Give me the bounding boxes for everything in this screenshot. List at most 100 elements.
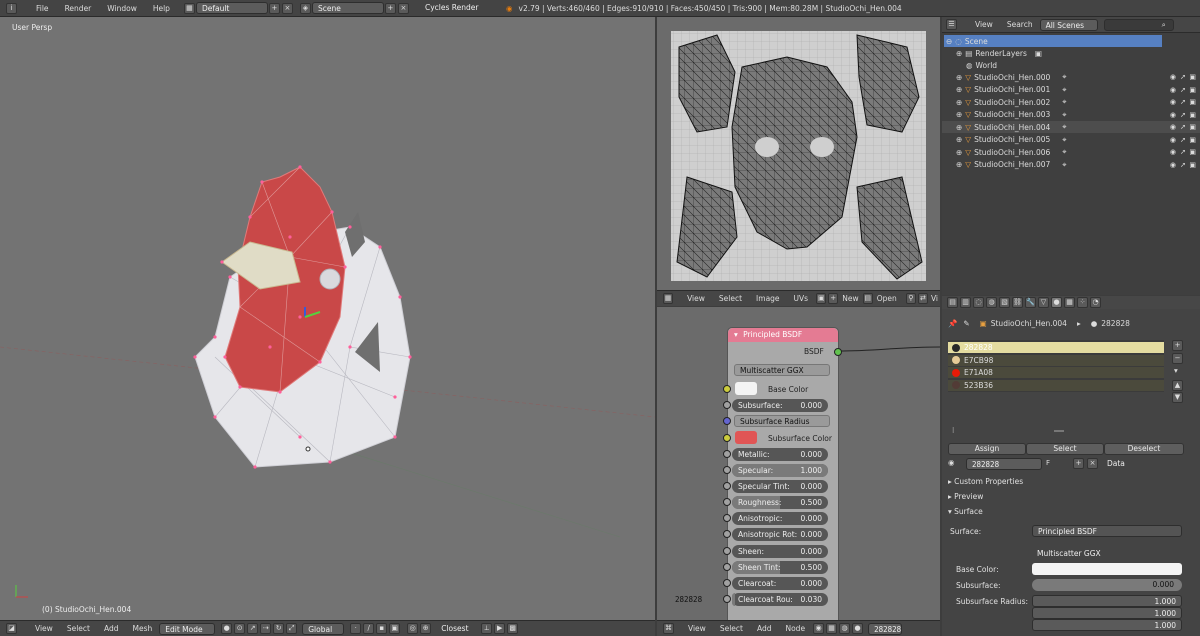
rotate-icon[interactable]: ↻ <box>273 623 285 634</box>
render-camera-icon[interactable]: ▣ <box>1189 98 1196 106</box>
outliner-object-row[interactable]: ⊕ ▽ StudioOchi_Hen.002 ⌖ ◉ ➚ ▣ <box>942 96 1200 108</box>
menu-render[interactable]: Render <box>57 4 100 13</box>
vp-menu-mesh[interactable]: Mesh <box>125 624 159 633</box>
material-slot-row[interactable]: 523B36 <box>948 379 1164 391</box>
list-filter-icon[interactable]: ⁝ <box>952 426 954 435</box>
outliner-filter-dropdown[interactable]: All Scenes <box>1039 18 1098 31</box>
subsurface-field[interactable]: 0.000 <box>1032 579 1182 591</box>
selectability-cursor-icon[interactable]: ➚ <box>1180 123 1186 131</box>
remove-layout-icon[interactable]: × <box>281 2 293 14</box>
selectability-cursor-icon[interactable]: ➚ <box>1180 73 1186 81</box>
visibility-eye-icon[interactable]: ◉ <box>1170 148 1176 156</box>
node-value-slider[interactable]: Metallic: 0.000 <box>732 448 828 461</box>
node-value-slider[interactable]: Sheen: 0.000 <box>732 545 828 558</box>
node-value-slider[interactable]: Roughness: 0.500 <box>732 496 828 509</box>
selectability-cursor-icon[interactable]: ➚ <box>1180 98 1186 106</box>
object-shader-icon[interactable]: ▦ <box>826 623 838 634</box>
expand-icon[interactable]: ⊕ <box>956 85 962 94</box>
data-tab-icon[interactable]: ▽ <box>1038 297 1049 308</box>
renderlayers-expand-icon[interactable]: ⊕ <box>956 49 962 58</box>
unlink-material-icon[interactable]: × <box>1087 458 1098 469</box>
link-data-dropdown[interactable]: Data <box>1102 458 1184 470</box>
image-browse-icon[interactable]: ▣ <box>816 293 827 304</box>
selectability-cursor-icon[interactable]: ➚ <box>1180 111 1186 119</box>
expand-icon[interactable]: ⊕ <box>956 148 962 157</box>
surface-shader-field[interactable]: Principled BSDF <box>1032 525 1182 537</box>
node-value-slider[interactable]: Clearcoat: 0.000 <box>732 577 828 590</box>
render-camera-icon[interactable]: ▣ <box>1189 136 1196 144</box>
field-input-socket[interactable] <box>723 498 731 506</box>
render-camera-icon[interactable]: ▣ <box>1189 123 1196 131</box>
new-image-icon[interactable]: + <box>828 293 839 304</box>
radius-y-field[interactable]: 1.000 <box>1032 607 1182 619</box>
render-camera-icon[interactable]: ▣ <box>1189 86 1196 94</box>
subsurface-radius-socket[interactable] <box>723 417 731 425</box>
face-select-icon[interactable]: ▪ <box>376 623 388 634</box>
node-value-slider[interactable]: Sheen Tint: 0.500 <box>732 561 828 574</box>
menu-help[interactable]: Help <box>145 4 178 13</box>
uv-menu-view[interactable]: View <box>680 294 712 303</box>
field-input-socket[interactable] <box>723 514 731 522</box>
physics-tab-icon[interactable]: ◔ <box>1090 297 1101 308</box>
visibility-eye-icon[interactable]: ◉ <box>1170 86 1176 94</box>
field-input-socket[interactable] <box>723 563 731 571</box>
expand-icon[interactable]: ⊕ <box>956 98 962 107</box>
panel-surface[interactable]: ▾ Surface <box>948 507 983 516</box>
field-input-socket[interactable] <box>723 466 731 474</box>
visibility-eye-icon[interactable]: ◉ <box>1170 136 1176 144</box>
add-scene-icon[interactable]: + <box>384 2 396 14</box>
pin-icon[interactable]: ⚲ <box>905 293 916 304</box>
render-camera-icon[interactable]: ▣ <box>1189 73 1196 81</box>
snap-align-icon[interactable]: ⟂ <box>481 623 493 634</box>
base-color-field[interactable] <box>1032 563 1182 575</box>
selectability-cursor-icon[interactable]: ➚ <box>1180 86 1186 94</box>
uv-view-menu-truncated[interactable]: Vi <box>929 294 940 303</box>
texture-tab-icon[interactable]: ▦ <box>1064 297 1075 308</box>
world-tab-icon[interactable]: ◍ <box>986 297 997 308</box>
outliner-editor-icon[interactable]: ☰ <box>946 19 957 30</box>
scene-tab-icon[interactable]: ◌ <box>973 297 984 308</box>
material-browse-icon[interactable]: ● <box>852 623 864 634</box>
radius-x-field[interactable]: 1.000 <box>1032 595 1182 607</box>
assign-button[interactable]: Assign <box>948 443 1026 455</box>
move-slot-up-icon[interactable]: ▲ <box>1172 380 1183 391</box>
menu-window[interactable]: Window <box>99 4 145 13</box>
proportional-icon[interactable]: ◎ <box>407 623 419 634</box>
base-color-swatch[interactable] <box>735 382 757 395</box>
node-collapse-icon[interactable]: ▾ <box>734 330 738 339</box>
outliner-object-row[interactable]: ⊕ ▽ StudioOchi_Hen.006 ⌖ ◉ ➚ ▣ <box>942 146 1200 158</box>
node-editor-type-icon[interactable]: ⌘ <box>663 623 674 634</box>
new-material-icon[interactable]: + <box>1073 458 1084 469</box>
visibility-eye-icon[interactable]: ◉ <box>1170 123 1176 131</box>
selectability-cursor-icon[interactable]: ➚ <box>1180 148 1186 156</box>
expand-icon[interactable]: ⊕ <box>956 110 962 119</box>
render-camera-icon[interactable]: ▣ <box>1189 161 1196 169</box>
sync-icon[interactable]: ⇄ <box>917 293 928 304</box>
uv-editor[interactable] <box>657 17 940 290</box>
material-name-field[interactable]: 282828 <box>966 458 1042 470</box>
selectability-cursor-icon[interactable]: ➚ <box>1180 161 1186 169</box>
deselect-button[interactable]: Deselect <box>1104 443 1184 455</box>
hen-mesh[interactable] <box>0 17 655 602</box>
layers-tab-icon[interactable]: ▥ <box>960 297 971 308</box>
outliner-object-row[interactable]: ⊕ ▽ StudioOchi_Hen.005 ⌖ ◉ ➚ ▣ <box>942 134 1200 146</box>
node-menu-add[interactable]: Add <box>750 624 779 633</box>
add-layout-icon[interactable]: + <box>268 2 280 14</box>
screen-layout-field[interactable]: Default <box>195 2 268 14</box>
material-slot-row[interactable]: 282828 <box>948 342 1164 353</box>
field-input-socket[interactable] <box>723 482 731 490</box>
open-image-icon[interactable]: ▤ <box>862 293 873 304</box>
visibility-eye-icon[interactable]: ◉ <box>1170 111 1176 119</box>
node-menu-view[interactable]: View <box>681 624 713 633</box>
outliner-object-row[interactable]: ⊕ ▽ StudioOchi_Hen.003 ⌖ ◉ ➚ ▣ <box>942 109 1200 121</box>
list-resize-handle[interactable] <box>1054 430 1064 432</box>
screen-layout-icon[interactable]: ▦ <box>183 2 195 14</box>
field-input-socket[interactable] <box>723 450 731 458</box>
particles-tab-icon[interactable]: ⁘ <box>1077 297 1088 308</box>
outliner-object-row[interactable]: ⊕ ▽ StudioOchi_Hen.007 ⌖ ◉ ➚ ▣ <box>942 159 1200 171</box>
uv-layout[interactable] <box>657 17 940 290</box>
render-camera-icon[interactable]: ▣ <box>1189 148 1196 156</box>
new-image-button[interactable]: New <box>839 294 861 303</box>
outliner-menu-view[interactable]: View <box>968 20 1000 29</box>
opengl-render-icon[interactable]: ▩ <box>507 623 519 634</box>
